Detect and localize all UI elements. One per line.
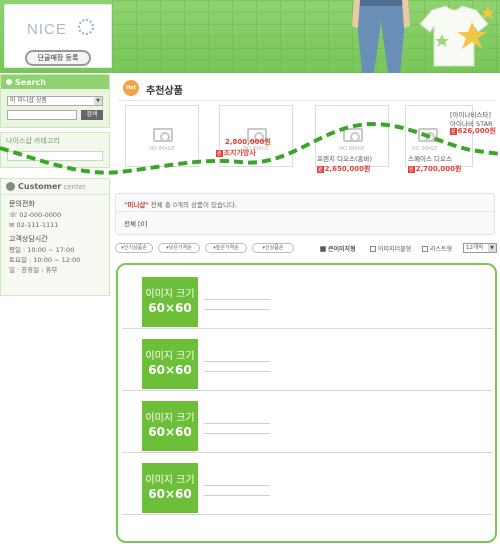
list-item[interactable]: 이미지 크기 60×60 <box>122 455 493 515</box>
placeholder-line <box>204 423 270 424</box>
product-count-box: "미니샵" 전체 총 0개의 상품이 있습니다. 전체 [0] <box>115 193 495 235</box>
placeholder-line <box>204 371 270 372</box>
placeholder-line <box>204 433 270 434</box>
search-input[interactable] <box>7 110 77 120</box>
hours-holiday: 일 · 공휴일 : 휴무 <box>9 266 58 274</box>
register-store-button[interactable]: 단골매장 등록 <box>25 50 91 66</box>
product-list-panel: 이미지 크기 60×60 이미지 크기 60×60 이미지 크기 60×60 이… <box>116 263 497 543</box>
items-per-page-select[interactable]: 12개씩 ▼ <box>463 243 497 253</box>
list-item[interactable]: 이미지 크기 60×60 <box>122 331 493 391</box>
customer-center-panel: Customer center 문의전화 ☏ 02-000-0000 ✉ 02-… <box>0 178 110 296</box>
list-item[interactable]: 이미지 크기 60×60 <box>122 269 493 329</box>
product-thumbnail[interactable]: 이미지 크기 60×60 <box>142 463 198 513</box>
logo-icon <box>78 19 94 35</box>
search-bullet-icon <box>6 79 12 85</box>
hours-label: 고객상담시간 <box>9 235 48 243</box>
placeholder-line <box>204 309 270 310</box>
chevron-down-icon: ▼ <box>94 97 102 105</box>
placeholder-line <box>204 299 270 300</box>
radio-icon <box>370 245 376 252</box>
tshirt-star-image <box>419 5 495 67</box>
list-item[interactable]: 이미지 크기 60×60 <box>122 393 493 453</box>
customer-center-heading: Customer center <box>1 179 109 195</box>
hours-saturday: 토요일 : 10:00 ~ 12:00 <box>9 256 81 264</box>
header-banner: NICE 단골매장 등록 <box>0 0 500 73</box>
inquiry-label: 문의전화 <box>9 200 35 208</box>
radio-icon <box>422 245 428 252</box>
view-large-option[interactable]: 큰이미지형 <box>320 244 356 253</box>
logo-panel: NICE 단골매장 등록 <box>4 4 112 68</box>
product-count-text: "미니샵" 전체 총 0개의 상품이 있습니다. <box>124 201 238 209</box>
search-scope-select[interactable]: 미 미니샵 상품 ▼ <box>7 96 103 106</box>
logo-text: NICE <box>27 21 67 38</box>
search-button[interactable]: 검색 <box>81 110 103 120</box>
product-thumbnail[interactable]: 이미지 크기 60×60 <box>142 401 198 451</box>
customer-icon <box>6 182 15 191</box>
view-double-option[interactable]: 이미지더블형 <box>370 244 411 253</box>
recommended-divider <box>118 100 496 101</box>
product-thumbnail[interactable]: 이미지 크기 60×60 <box>142 277 198 327</box>
search-title: Search <box>1 75 109 89</box>
total-count: 전체 [0] <box>124 220 148 228</box>
sort-popular-button[interactable]: ▾인기상품순 <box>115 243 153 253</box>
placeholder-line <box>204 495 270 496</box>
sort-new-button[interactable]: ▾신상품순 <box>252 243 294 253</box>
view-list-option[interactable]: 리스트형 <box>422 244 452 253</box>
fax-number: ✉ 02-111-1111 <box>9 221 59 229</box>
hot-badge: Hot <box>123 80 139 96</box>
sort-low-price-button[interactable]: ▾낮은가격순 <box>158 243 200 253</box>
sort-high-price-button[interactable]: ▾높은가격순 <box>205 243 247 253</box>
recommended-title: 추천상품 <box>146 86 183 97</box>
jeans-model-image <box>352 0 410 73</box>
dashed-wave-decoration <box>0 121 500 175</box>
chevron-down-icon: ▼ <box>488 244 496 252</box>
product-thumbnail[interactable]: 이미지 크기 60×60 <box>142 339 198 389</box>
phone-number: ☏ 02-000-0000 <box>9 211 62 219</box>
placeholder-line <box>204 361 270 362</box>
radio-icon <box>320 245 326 252</box>
info-divider <box>116 211 494 212</box>
placeholder-line <box>204 485 270 486</box>
hours-weekday: 평일 : 10:00 ~ 17:00 <box>9 246 75 254</box>
